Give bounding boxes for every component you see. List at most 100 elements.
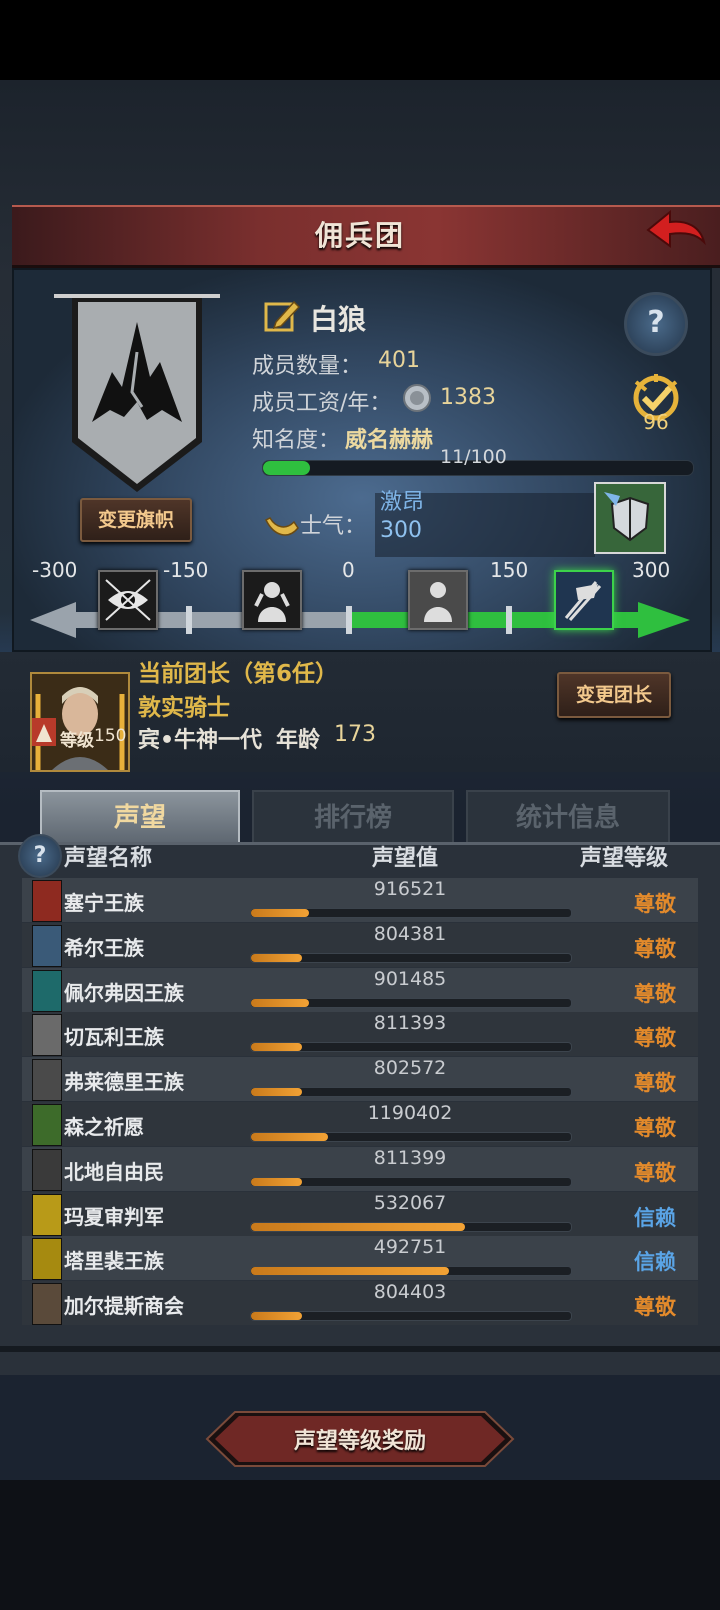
page-title: 佣兵团 <box>314 219 405 252</box>
leader-level-value: 150 <box>94 726 127 746</box>
morale-high-banner-icon[interactable] <box>554 570 614 630</box>
faction-name: 北地自由民 <box>64 1159 164 1184</box>
fame-progress-text: 11/100 <box>440 446 507 468</box>
reputation-progress-bar <box>250 1132 572 1142</box>
reputation-value: 492751 <box>373 1236 447 1259</box>
morale-tick-300: 300 <box>632 558 671 582</box>
help-button[interactable]: ? <box>624 292 688 356</box>
leader-class-icon <box>32 718 56 746</box>
reputation-level: 尊敬 <box>634 1295 676 1320</box>
morale-despair-eye-icon[interactable] <box>98 570 158 630</box>
table-row[interactable]: 森之祈愿 1190402 尊敬 <box>22 1102 698 1146</box>
tab-reputation[interactable]: 声望 <box>40 790 240 846</box>
table-row[interactable]: 玛夏审判军 532067 信赖 <box>22 1191 698 1236</box>
faction-name: 弗莱德里王族 <box>64 1070 184 1095</box>
morale-tick-150: 150 <box>490 558 529 582</box>
wage-value: 1383 <box>440 385 496 410</box>
back-arrow-icon <box>646 209 706 248</box>
faction-emblem-icon <box>32 924 62 967</box>
guild-banner <box>52 292 222 502</box>
faction-emblem-icon <box>32 1283 62 1326</box>
table-row[interactable]: 弗莱德里王族 802572 尊敬 <box>22 1057 698 1102</box>
faction-name: 希尔王族 <box>64 935 144 960</box>
reputation-level: 尊敬 <box>634 1026 676 1051</box>
reputation-progress-fill <box>251 1222 466 1231</box>
leader-age-label: 年龄 <box>276 728 321 753</box>
morale-label: 士气： <box>300 514 367 539</box>
header-value: 声望值 <box>372 846 439 871</box>
reputation-value: 916521 <box>373 878 447 900</box>
reputation-progress-fill <box>251 1088 303 1097</box>
reputation-progress-bar <box>250 997 572 1008</box>
tab-leaderboard[interactable]: 排行榜 <box>252 790 454 846</box>
reputation-level: 尊敬 <box>634 1071 676 1096</box>
morale-normal-figure-icon[interactable] <box>408 570 468 630</box>
reputation-level: 尊敬 <box>634 1160 676 1185</box>
faction-name: 佩尔弗因王族 <box>64 980 184 1005</box>
back-button[interactable] <box>646 208 706 258</box>
tab-statistics[interactable]: 统计信息 <box>466 790 670 846</box>
table-row[interactable]: 塞宁王族 916521 尊敬 <box>22 878 698 922</box>
leader-race: 宾•牛神一代 <box>138 728 263 753</box>
reputation-progress-bar <box>250 1266 572 1277</box>
morale-tick-minus300: -300 <box>32 558 78 582</box>
reputation-progress-bar <box>250 1311 572 1322</box>
fame-value: 威名赫赫 <box>345 428 434 453</box>
faction-name: 加尔提斯商会 <box>64 1294 184 1319</box>
reputation-progress-fill <box>251 998 309 1007</box>
table-row[interactable]: 佩尔弗因王族 901485 尊敬 <box>22 967 698 1012</box>
reputation-value: 532067 <box>373 1191 447 1214</box>
table-row[interactable]: 切瓦利王族 811393 尊敬 <box>22 1012 698 1057</box>
reputation-value: 811399 <box>373 1146 447 1169</box>
faction-name: 塞宁王族 <box>64 891 144 915</box>
table-row[interactable]: 北地自由民 811399 尊敬 <box>22 1146 698 1191</box>
table-help-button[interactable]: ? <box>18 834 62 878</box>
reputation-value: 802572 <box>373 1057 447 1080</box>
faction-emblem-icon <box>32 1104 62 1146</box>
leader-age-value: 173 <box>334 722 376 747</box>
morale-tick-minus150: -150 <box>163 558 209 582</box>
reputation-progress-fill <box>251 1133 328 1141</box>
morale-state: 激昂 <box>380 490 425 515</box>
members-value: 401 <box>378 348 420 373</box>
tabs-row: 声望 排行榜 统计信息 <box>40 790 680 846</box>
members-label: 成员数量： <box>252 354 363 379</box>
reputation-progress-fill <box>251 1267 450 1276</box>
table-divider <box>0 1346 720 1352</box>
change-banner-button[interactable]: 变更旗帜 <box>80 498 192 542</box>
reputation-level: 信赖 <box>634 1250 676 1275</box>
morale-tick-zero: 0 <box>342 558 355 582</box>
faction-emblem-icon <box>32 880 62 922</box>
reputation-value: 804403 <box>373 1281 447 1304</box>
morale-status-icon[interactable] <box>594 482 666 554</box>
table-row[interactable]: 塔里裴王族 492751 信赖 <box>22 1236 698 1281</box>
reputation-progress-fill <box>251 1043 303 1052</box>
morale-low-figure-icon[interactable] <box>242 570 302 630</box>
table-row[interactable]: 希尔王族 804381 尊敬 <box>22 922 698 967</box>
leader-level-label: 等级 <box>60 731 94 751</box>
reputation-level: 尊敬 <box>634 1116 676 1140</box>
change-leader-button[interactable]: 变更团长 <box>557 672 671 718</box>
reputation-progress-bar <box>250 1042 572 1053</box>
reputation-value: 901485 <box>373 967 447 990</box>
system-status-area <box>0 0 720 80</box>
reputation-progress-fill <box>251 953 303 962</box>
reputation-reward-button[interactable]: 声望等级奖励 <box>205 1410 515 1468</box>
table-row[interactable]: 加尔提斯商会 804403 尊敬 <box>22 1281 698 1326</box>
guild-name: 白狼 <box>310 303 367 336</box>
wage-label: 成员工资/年： <box>252 391 392 416</box>
reputation-level: 信赖 <box>634 1205 676 1230</box>
header-name: 声望名称 <box>64 846 153 871</box>
leader-title: 当前团长（第6任） <box>138 661 339 687</box>
reputation-value: 1190402 <box>367 1102 453 1124</box>
faction-emblem-icon <box>32 1014 62 1057</box>
reputation-progress-fill <box>251 909 309 917</box>
reputation-progress-bar <box>250 952 572 963</box>
question-icon: ? <box>33 843 47 868</box>
faction-emblem-icon <box>32 1148 62 1191</box>
reputation-progress-fill <box>251 1177 303 1186</box>
edit-name-icon[interactable] <box>262 296 302 336</box>
reward-button-label: 声望等级奖励 <box>293 1429 426 1454</box>
reputation-progress-fill <box>251 1312 303 1321</box>
rank-value: 96 <box>643 410 669 434</box>
